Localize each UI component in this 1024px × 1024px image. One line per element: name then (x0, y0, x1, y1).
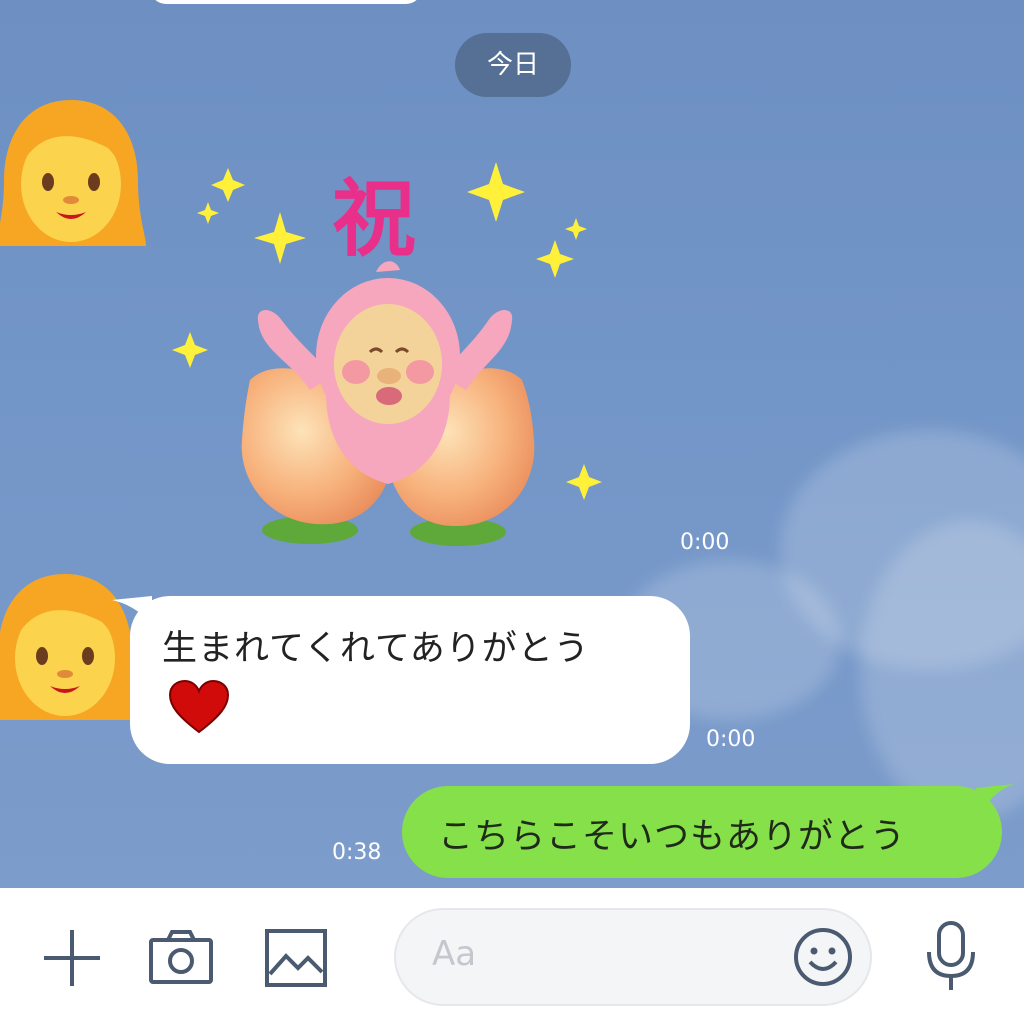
message-text: 生まれてくれてありがとう (162, 629, 590, 669)
emoji-icon[interactable] (792, 926, 854, 988)
date-divider: 今日 (455, 33, 571, 97)
message-time: 0:38 (332, 840, 382, 865)
chat-area[interactable]: 今日 祝 0:00 生まれてくれてありがとう 0:00 0:38 こちらこそいつ… (0, 0, 1024, 888)
microphone-icon[interactable] (924, 920, 978, 992)
plus-icon[interactable] (40, 926, 104, 990)
message-time: 0:00 (680, 530, 730, 555)
previous-message-bubble[interactable] (150, 0, 422, 4)
avatar[interactable] (0, 96, 146, 246)
camera-icon[interactable] (148, 928, 214, 986)
congratulations-sticker[interactable]: 祝 (160, 140, 620, 560)
message-text: こちらこそいつもありがとう (438, 817, 907, 857)
image-icon[interactable] (264, 928, 328, 988)
sticker-text: 祝 (332, 170, 416, 268)
heart-icon (168, 680, 230, 734)
input-placeholder: Aa (432, 934, 477, 974)
message-time: 0:00 (706, 727, 756, 752)
avatar[interactable] (0, 570, 140, 720)
